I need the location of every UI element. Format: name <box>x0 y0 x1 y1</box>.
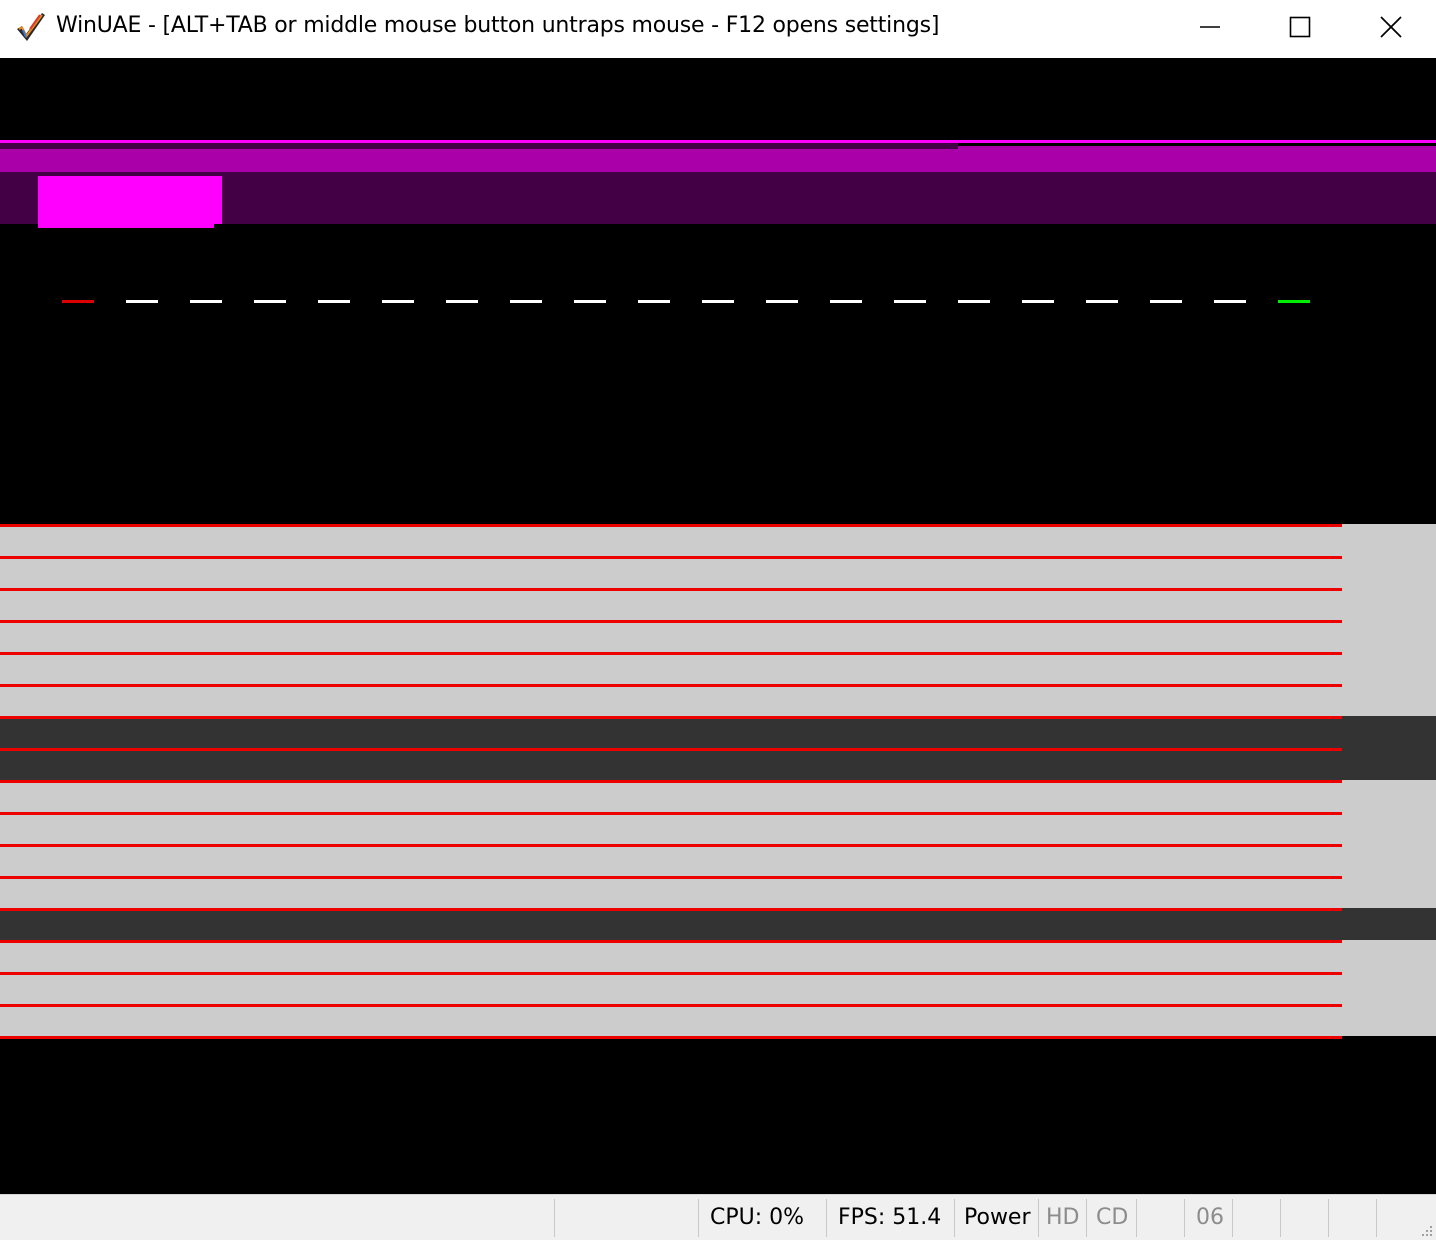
stripe-line <box>0 588 1342 591</box>
resize-grip-icon[interactable] <box>1418 1222 1434 1238</box>
fps-counter: FPS: 51.4 <box>838 1205 942 1230</box>
marker-dash <box>254 300 286 303</box>
magenta-band-notch <box>0 143 958 149</box>
status-bar: CPU: 0% FPS: 51.4 Power HD CD 06 <box>0 1194 1436 1240</box>
stripe-line <box>0 1004 1342 1007</box>
marker-dash <box>318 300 350 303</box>
marker-dash <box>190 300 222 303</box>
stripe-row <box>0 684 1436 716</box>
marker-dash <box>1150 300 1182 303</box>
stripe-row <box>0 908 1436 940</box>
stripe-row <box>0 1004 1436 1036</box>
stripe-line <box>0 812 1342 815</box>
minimize-icon <box>1200 26 1220 28</box>
stripe-line <box>0 716 1342 719</box>
emulator-display[interactable] <box>0 58 1436 1194</box>
drive-df0-track[interactable]: 06 <box>1196 1205 1224 1230</box>
marker-dash <box>1086 300 1118 303</box>
magenta-band-mid <box>0 146 1436 172</box>
marker-dash <box>702 300 734 303</box>
magenta-bright-block-tail <box>38 224 214 228</box>
stripe-line <box>0 748 1342 751</box>
title-bar[interactable]: WinUAE - [ALT+TAB or middle mouse button… <box>0 0 1436 58</box>
maximize-icon <box>1289 16 1311 38</box>
stripe-line <box>0 908 1342 911</box>
marker-dash <box>766 300 798 303</box>
maximize-button[interactable] <box>1255 0 1345 54</box>
marker-dash <box>382 300 414 303</box>
marker-dash <box>510 300 542 303</box>
cpu-usage: CPU: 0% <box>710 1205 805 1230</box>
stripe-row <box>0 812 1436 844</box>
stripe-row <box>0 844 1436 876</box>
marker-dash <box>62 300 94 303</box>
marker-dash <box>894 300 926 303</box>
magenta-bright-block <box>38 176 222 224</box>
stripe-row <box>0 652 1436 684</box>
close-button[interactable] <box>1346 0 1436 54</box>
marker-dash <box>1278 300 1310 303</box>
stripe-row <box>0 780 1436 812</box>
stripe-line <box>0 652 1342 655</box>
close-icon <box>1380 16 1402 38</box>
stripe-line <box>0 844 1342 847</box>
stripe-row <box>0 940 1436 972</box>
marker-dash <box>1214 300 1246 303</box>
marker-dash <box>958 300 990 303</box>
stripe-row <box>0 876 1436 908</box>
stripe-row <box>0 972 1436 1004</box>
stripe-row <box>0 556 1436 588</box>
power-led[interactable]: Power <box>964 1205 1031 1230</box>
stripe-row <box>0 748 1436 780</box>
winuae-checkmark-icon <box>17 13 45 41</box>
marker-dash <box>126 300 158 303</box>
stripe-row <box>0 588 1436 620</box>
stripe-line <box>0 940 1342 943</box>
stripe-line <box>0 876 1342 879</box>
stripe-line <box>0 1036 1342 1039</box>
hd-led[interactable]: HD <box>1046 1205 1079 1230</box>
stripe-row <box>0 524 1436 556</box>
stripe-line <box>0 524 1342 527</box>
cd-led[interactable]: CD <box>1096 1205 1128 1230</box>
marker-dash <box>638 300 670 303</box>
stripe-line <box>0 684 1342 687</box>
marker-dash <box>1022 300 1054 303</box>
stripe-row <box>0 716 1436 748</box>
marker-dash <box>830 300 862 303</box>
stripe-row <box>0 620 1436 652</box>
stripe-line <box>0 972 1342 975</box>
stripe-line <box>0 556 1342 559</box>
stripe-line <box>0 780 1342 783</box>
minimize-button[interactable] <box>1165 0 1255 54</box>
window-title: WinUAE - [ALT+TAB or middle mouse button… <box>56 13 940 38</box>
marker-dash <box>446 300 478 303</box>
stripe-line <box>0 620 1342 623</box>
marker-dash <box>574 300 606 303</box>
